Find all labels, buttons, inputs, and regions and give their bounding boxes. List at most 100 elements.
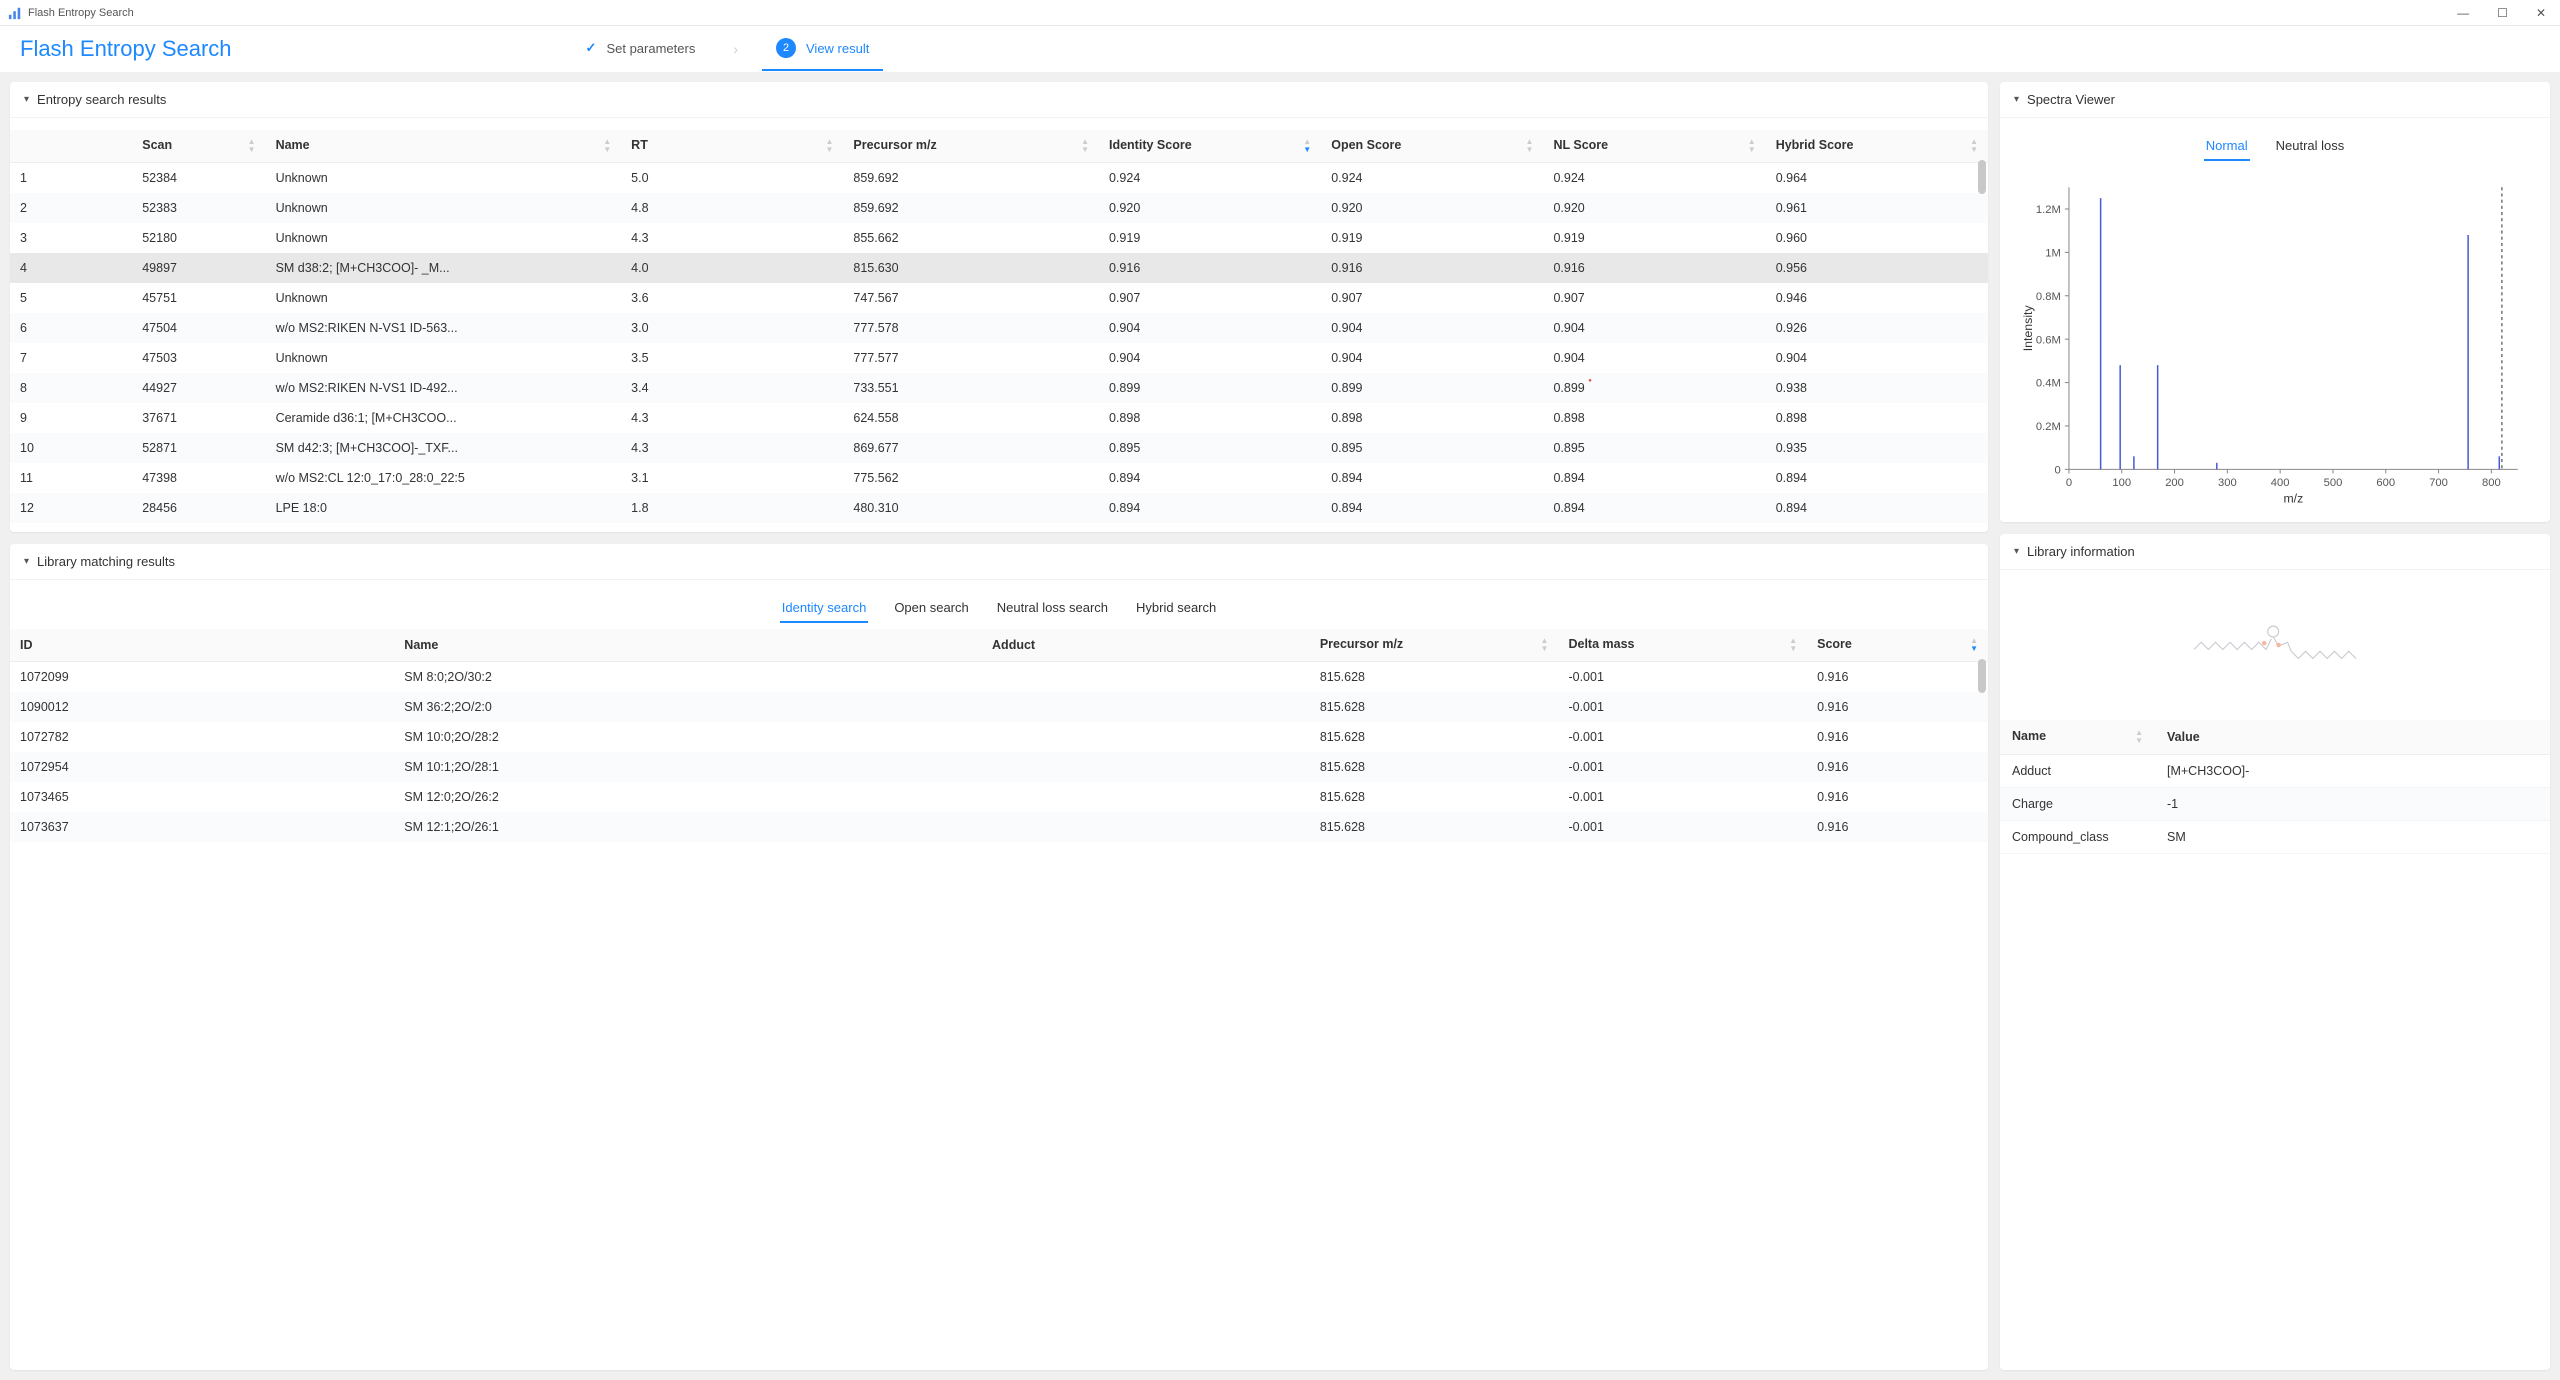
table-cell: 0.893 bbox=[1321, 523, 1543, 532]
table-row[interactable]: 647504w/o MS2:RIKEN N-VS1 ID-563...3.077… bbox=[10, 313, 1988, 343]
table-cell: 859.692 bbox=[843, 193, 1099, 223]
table-cell: 28456 bbox=[132, 493, 265, 523]
table-cell bbox=[982, 662, 1310, 693]
close-button[interactable]: ✕ bbox=[2530, 4, 2552, 22]
table-cell: 3.1 bbox=[621, 463, 843, 493]
table-cell: 0.904 bbox=[1321, 343, 1543, 373]
table-cell: 0.894 bbox=[1766, 493, 1988, 523]
table-cell: Unknown bbox=[266, 163, 622, 194]
table-row[interactable]: 937671Ceramide d36:1; [M+CH3COO...4.3624… bbox=[10, 403, 1988, 433]
tab-neutral-loss-search[interactable]: Neutral loss search bbox=[995, 594, 1110, 623]
table-cell: 0.894 bbox=[1099, 493, 1321, 523]
table-row[interactable]: 1228456LPE 18:01.8480.3100.8940.8940.894… bbox=[10, 493, 1988, 523]
table-row[interactable]: 1052871SM d42:3; [M+CH3COO]-_TXF...4.386… bbox=[10, 433, 1988, 463]
entropy-results-panel: ▾ Entropy search results Scan▲▼Name▲▼RT▲… bbox=[10, 82, 1988, 532]
column-header[interactable]: Scan▲▼ bbox=[132, 130, 265, 163]
step-view-result[interactable]: 2 View result bbox=[762, 27, 883, 71]
column-header[interactable]: Identity Score▲▼ bbox=[1099, 130, 1321, 163]
table-row[interactable]: 449897SM d38:2; [M+CH3COO]- _M...4.0815.… bbox=[10, 253, 1988, 283]
tab-normal[interactable]: Normal bbox=[2204, 132, 2250, 161]
minimize-button[interactable]: — bbox=[2451, 4, 2475, 22]
table-row[interactable]: 1073637SM 12:1;2O/26:1815.628-0.0010.916 bbox=[10, 812, 1988, 842]
table-cell: 0.916 bbox=[1807, 752, 1988, 782]
table-cell: 13 bbox=[10, 523, 132, 532]
column-header[interactable]: Name bbox=[394, 629, 982, 662]
column-header[interactable]: Hybrid Score▲▼ bbox=[1766, 130, 1988, 163]
scrollbar[interactable] bbox=[1978, 160, 1986, 528]
check-icon: ✓ bbox=[586, 40, 597, 56]
column-header[interactable]: Value bbox=[2155, 720, 2550, 755]
entropy-panel-header[interactable]: ▾ Entropy search results bbox=[10, 82, 1988, 118]
spectrum-chart[interactable]: 00.2M0.4M0.6M0.8M1M1.2M01002003004005006… bbox=[2020, 177, 2530, 506]
column-header[interactable]: Delta mass▲▼ bbox=[1558, 629, 1807, 662]
table-cell: 480.310 bbox=[843, 493, 1099, 523]
info-panel-header[interactable]: ▾ Library information bbox=[2000, 534, 2550, 570]
table-cell: 1072099 bbox=[10, 662, 394, 693]
table-row[interactable]: 352180Unknown4.3855.6620.9190.9190.9190.… bbox=[10, 223, 1988, 253]
table-cell: 0.895 bbox=[1543, 433, 1765, 463]
library-results-table: IDNameAdductPrecursor m/z▲▼Delta mass▲▼S… bbox=[10, 629, 1988, 842]
tab-identity-search[interactable]: Identity search bbox=[780, 594, 869, 623]
table-row[interactable]: 844927w/o MS2:RIKEN N-VS1 ID-492...3.473… bbox=[10, 373, 1988, 403]
table-row[interactable]: 1090012SM 36:2;2O/2:0815.628-0.0010.916 bbox=[10, 692, 1988, 722]
maximize-button[interactable]: ☐ bbox=[2491, 4, 2514, 22]
table-row[interactable]: 1072099SM 8:0;2O/30:2815.628-0.0010.916 bbox=[10, 662, 1988, 693]
svg-text:300: 300 bbox=[2218, 477, 2237, 489]
table-cell: 815.628 bbox=[1310, 752, 1559, 782]
table-row[interactable]: 545751Unknown3.6747.5670.9070.9070.9070.… bbox=[10, 283, 1988, 313]
column-header[interactable]: NL Score▲▼ bbox=[1543, 130, 1765, 163]
table-cell: 0.894 bbox=[1543, 463, 1765, 493]
column-header[interactable]: ID bbox=[10, 629, 394, 662]
table-row[interactable]: 252383Unknown4.8859.6920.9200.9200.9200.… bbox=[10, 193, 1988, 223]
scrollbar[interactable] bbox=[1978, 659, 1986, 1366]
svg-text:0.4M: 0.4M bbox=[2036, 378, 2061, 390]
chevron-down-icon: ▾ bbox=[2014, 546, 2019, 557]
tab-hybrid-search[interactable]: Hybrid search bbox=[1134, 594, 1218, 623]
column-header[interactable] bbox=[10, 130, 132, 163]
spectra-panel-header[interactable]: ▾ Spectra Viewer bbox=[2000, 82, 2550, 118]
chevron-right-icon: › bbox=[717, 41, 754, 57]
table-cell: 52871 bbox=[132, 433, 265, 463]
column-header[interactable]: Name▲▼ bbox=[266, 130, 622, 163]
step-set-parameters[interactable]: ✓ Set parameters bbox=[572, 27, 710, 71]
column-header[interactable]: Score▲▼ bbox=[1807, 629, 1988, 662]
table-cell: 0.893 bbox=[1099, 523, 1321, 532]
tab-open-search[interactable]: Open search bbox=[892, 594, 970, 623]
table-cell: -0.001 bbox=[1558, 752, 1807, 782]
table-row[interactable]: 1072782SM 10:0;2O/28:2815.628-0.0010.916 bbox=[10, 722, 1988, 752]
table-cell: w/o MS2:RIKEN N-VS1 ID-492... bbox=[266, 373, 622, 403]
table-row[interactable]: 152384Unknown5.0859.6920.9240.9240.9240.… bbox=[10, 163, 1988, 194]
column-header[interactable]: Precursor m/z▲▼ bbox=[843, 130, 1099, 163]
chevron-down-icon: ▾ bbox=[24, 94, 29, 105]
table-cell: 0.926 bbox=[1766, 313, 1988, 343]
table-cell: 37671 bbox=[132, 403, 265, 433]
table-cell: 0.916 bbox=[1807, 662, 1988, 693]
table-row[interactable]: 1354335w/o MS2:CL 24:0_16:2_28:0_28:04.7… bbox=[10, 523, 1988, 532]
table-row[interactable]: 747503Unknown3.5777.5770.9040.9040.9040.… bbox=[10, 343, 1988, 373]
table-cell: 747.567 bbox=[843, 283, 1099, 313]
table-cell: SM 10:1;2O/28:1 bbox=[394, 752, 982, 782]
table-cell: SM 8:0;2O/30:2 bbox=[394, 662, 982, 693]
table-cell: 0.924 bbox=[1099, 163, 1321, 194]
chevron-down-icon: ▾ bbox=[24, 556, 29, 567]
library-info-table: Name▲▼Value Adduct[M+CH3COO]-Charge-1Com… bbox=[2000, 720, 2550, 854]
table-row[interactable]: 1073465SM 12:0;2O/26:2815.628-0.0010.916 bbox=[10, 782, 1988, 812]
table-row[interactable]: 1072954SM 10:1;2O/28:1815.628-0.0010.916 bbox=[10, 752, 1988, 782]
svg-text:600: 600 bbox=[2376, 477, 2395, 489]
library-panel-header[interactable]: ▾ Library matching results bbox=[10, 544, 1988, 580]
column-header[interactable]: Name▲▼ bbox=[2000, 720, 2155, 755]
table-row[interactable]: 1147398w/o MS2:CL 12:0_17:0_28:0_22:53.1… bbox=[10, 463, 1988, 493]
table-row: Adduct[M+CH3COO]- bbox=[2000, 755, 2550, 788]
table-cell: 1090012 bbox=[10, 692, 394, 722]
column-header[interactable]: Adduct bbox=[982, 629, 1310, 662]
table-cell: Compound_class bbox=[2000, 821, 2155, 854]
column-header[interactable]: Open Score▲▼ bbox=[1321, 130, 1543, 163]
table-cell: 0.899 bbox=[1321, 373, 1543, 403]
window-titlebar: Flash Entropy Search — ☐ ✕ bbox=[0, 0, 2560, 26]
table-cell: Ceramide d36:1; [M+CH3COO... bbox=[266, 403, 622, 433]
table-cell: 5 bbox=[10, 283, 132, 313]
tab-neutral-loss[interactable]: Neutral loss bbox=[2274, 132, 2347, 161]
column-header[interactable]: RT▲▼ bbox=[621, 130, 843, 163]
table-cell: 0.904 bbox=[1099, 343, 1321, 373]
column-header[interactable]: Precursor m/z▲▼ bbox=[1310, 629, 1559, 662]
